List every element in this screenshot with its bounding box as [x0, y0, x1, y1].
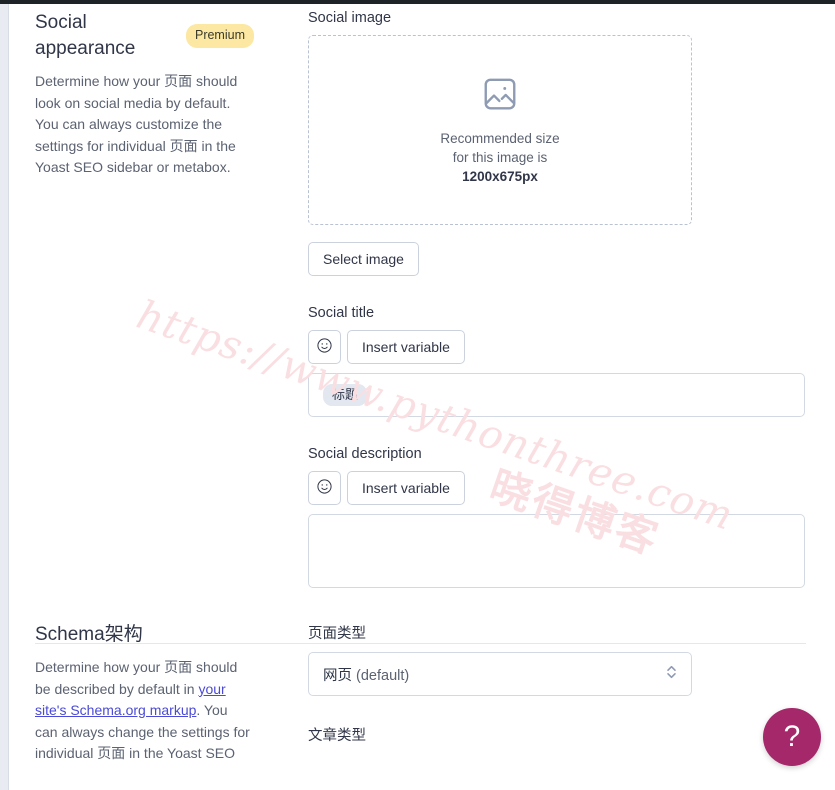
social-title-toolbar: Insert variable: [308, 330, 817, 364]
yoast-seo-settings-screen: https://www.pythonthree.com 晓得博客 Social …: [0, 0, 835, 790]
page-type-field: 页面类型 网页 (default): [308, 622, 817, 696]
social-title-field: Social title Insert variable 标题: [308, 305, 817, 417]
schema-section: Schema架构 Determine how your 页面 should be…: [10, 622, 835, 765]
smiley-icon-button-title[interactable]: [308, 330, 341, 364]
social-appearance-info-column: Social appearance Premium Determine how …: [10, 10, 272, 588]
chevron-updown-icon: [665, 663, 678, 685]
page-type-value-main: 网页: [323, 667, 352, 684]
select-image-button[interactable]: Select image: [308, 242, 419, 276]
variable-chip-title[interactable]: 标题: [323, 383, 368, 407]
social-image-hint: Recommended size for this image is 1200x…: [440, 129, 559, 186]
social-appearance-section: Social appearance Premium Determine how …: [10, 4, 835, 588]
social-appearance-fields-column: Social image Recommended size for this i…: [272, 10, 835, 588]
social-description-toolbar: Insert variable: [308, 471, 817, 505]
article-type-field: 文章类型: [308, 724, 817, 745]
social-image-label: Social image: [308, 10, 392, 26]
recommend-size: 1200x675px: [462, 168, 538, 184]
page-type-select[interactable]: 网页 (default): [308, 652, 692, 696]
social-image-field: Social image Recommended size for this i…: [308, 10, 817, 276]
social-image-dropzone[interactable]: Recommended size for this image is 1200x…: [308, 35, 692, 225]
wp-admin-bar-sliver: [0, 0, 835, 4]
page-type-value: 网页 (default): [323, 664, 409, 685]
social-description-textarea[interactable]: [308, 514, 805, 588]
help-button[interactable]: ?: [763, 708, 821, 766]
social-appearance-heading: Social appearance Premium: [35, 10, 254, 62]
recommend-line-2: for this image is: [452, 149, 548, 165]
social-appearance-title: Social appearance: [35, 12, 136, 59]
social-description-field: Social description Insert variable: [308, 446, 817, 588]
smiley-icon: [316, 337, 333, 357]
social-appearance-description: Determine how your 页面 should look on soc…: [35, 73, 238, 175]
social-description-label: Social description: [308, 446, 422, 462]
premium-badge: Premium: [185, 24, 254, 48]
page-type-label: 页面类型: [308, 626, 366, 642]
schema-fields-column: 页面类型 网页 (default) 文章类型: [272, 622, 835, 765]
schema-heading: Schema架构: [35, 622, 254, 648]
social-title-input[interactable]: 标题: [308, 373, 805, 417]
settings-content: Social appearance Premium Determine how …: [10, 4, 835, 790]
page-type-value-suffix: (default): [352, 667, 410, 684]
social-title-label: Social title: [308, 305, 375, 321]
smiley-icon-button-description[interactable]: [308, 471, 341, 505]
insert-variable-button-description[interactable]: Insert variable: [347, 471, 465, 505]
smiley-icon: [316, 478, 333, 498]
question-mark-icon: ?: [783, 720, 801, 753]
insert-variable-button-title[interactable]: Insert variable: [347, 330, 465, 364]
schema-info-column: Schema架构 Determine how your 页面 should be…: [10, 622, 272, 765]
recommend-line-1: Recommended size: [440, 130, 560, 146]
schema-description: Determine how your 页面 should be describe…: [35, 657, 254, 765]
schema-title: Schema架构: [35, 624, 143, 645]
article-type-label: 文章类型: [308, 728, 366, 744]
image-placeholder-icon: [481, 75, 519, 118]
wp-admin-menu-rail: [0, 4, 9, 790]
